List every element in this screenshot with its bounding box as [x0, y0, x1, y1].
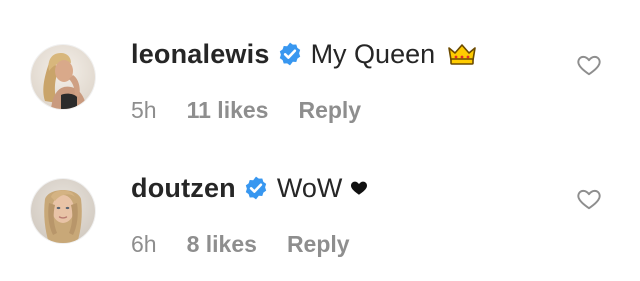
comment-meta: 5h 11 likes Reply	[131, 94, 361, 126]
comment-text: My Queen	[310, 38, 436, 69]
reply-button[interactable]: Reply	[287, 231, 350, 258]
avatar[interactable]	[31, 179, 95, 243]
comment-line: leonalewis My Queen	[131, 34, 477, 74]
reply-button[interactable]: Reply	[298, 97, 361, 124]
avatar-image	[31, 179, 95, 243]
comment-meta: 6h 8 likes Reply	[131, 228, 350, 260]
like-heart-icon[interactable]	[576, 186, 602, 212]
username[interactable]: leonalewis	[131, 39, 270, 70]
timestamp[interactable]: 6h	[131, 231, 157, 258]
likes-count[interactable]: 8 likes	[187, 231, 257, 258]
comment-text: WoW	[276, 172, 343, 203]
comment-line: doutzen WoW	[131, 168, 368, 208]
likes-count[interactable]: 11 likes	[187, 97, 269, 124]
comment-item: leonalewis My Queen 5h 11 likes Reply	[0, 0, 640, 134]
black-heart-icon	[350, 179, 368, 197]
avatar[interactable]	[31, 45, 95, 109]
avatar-image	[31, 45, 95, 109]
username[interactable]: doutzen	[131, 173, 236, 204]
like-heart-icon[interactable]	[576, 52, 602, 78]
timestamp[interactable]: 5h	[131, 97, 157, 124]
verified-badge-icon	[277, 41, 303, 67]
comment-item: doutzen WoW 6h 8 likes Reply	[0, 134, 640, 268]
crown-icon	[447, 42, 477, 66]
verified-badge-icon	[243, 175, 269, 201]
